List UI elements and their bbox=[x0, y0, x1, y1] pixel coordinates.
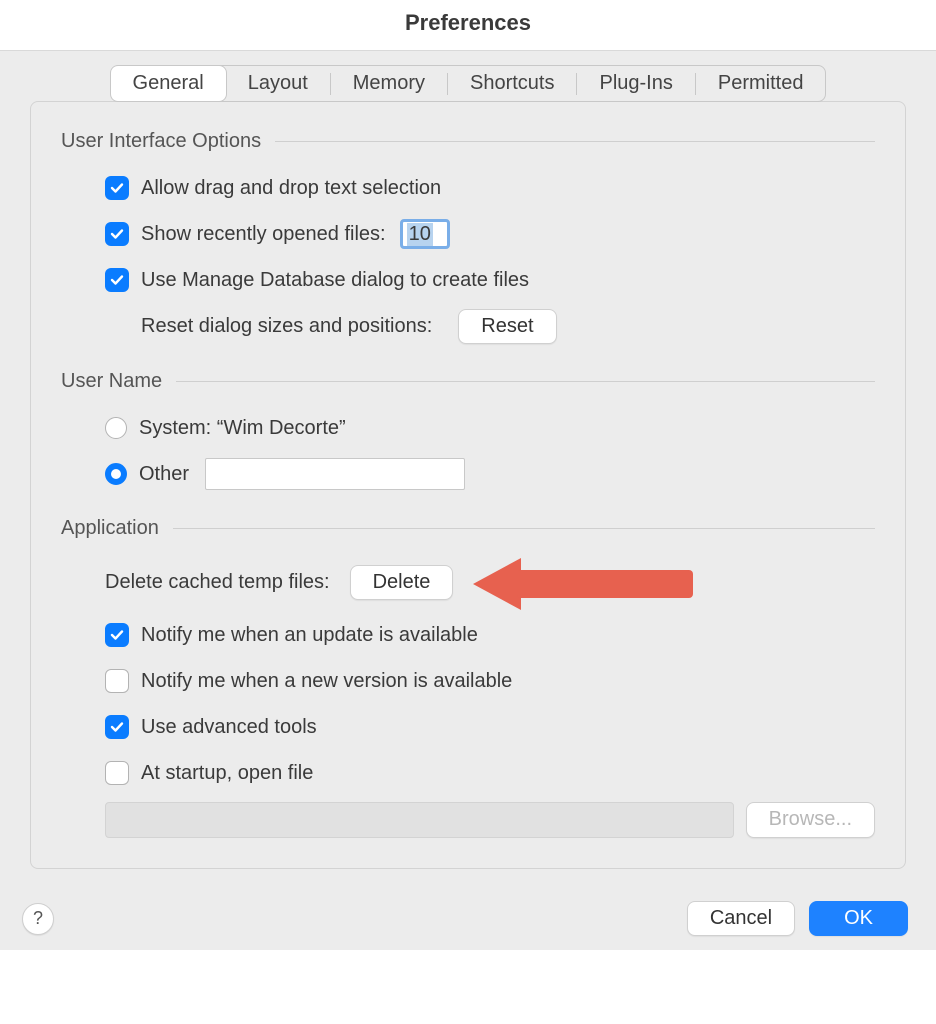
tab-layout[interactable]: Layout bbox=[226, 66, 330, 101]
label-notify-update: Notify me when an update is available bbox=[141, 624, 478, 647]
preferences-window: Preferences General Layout Memory Shortc… bbox=[0, 0, 936, 950]
label-show-recent: Show recently opened files: bbox=[141, 223, 386, 246]
radio-other[interactable] bbox=[105, 463, 127, 485]
row-username-system: System: “Wim Decorte” bbox=[105, 411, 875, 445]
label-startup-open: At startup, open file bbox=[141, 762, 313, 785]
checkmark-icon bbox=[109, 272, 125, 288]
row-startup-path: Browse... bbox=[105, 802, 875, 838]
checkmark-icon bbox=[109, 180, 125, 196]
radio-system[interactable] bbox=[105, 417, 127, 439]
section-ui-options: User Interface Options bbox=[61, 130, 875, 153]
label-reset: Reset dialog sizes and positions: bbox=[141, 315, 432, 338]
arrow-stem bbox=[517, 570, 693, 598]
label-notify-version: Notify me when a new version is availabl… bbox=[141, 670, 512, 693]
general-panel: User Interface Options Allow drag and dr… bbox=[30, 101, 906, 869]
arrow-head-icon bbox=[473, 558, 521, 610]
tab-permitted[interactable]: Permitted bbox=[696, 66, 826, 101]
row-show-recent: Show recently opened files: 10 bbox=[105, 217, 875, 251]
section-user-name: User Name bbox=[61, 370, 875, 393]
window-title: Preferences bbox=[0, 0, 936, 51]
tab-strip: General Layout Memory Shortcuts Plug-Ins… bbox=[30, 65, 906, 102]
help-button[interactable]: ? bbox=[22, 903, 54, 935]
startup-file-path bbox=[105, 802, 734, 838]
tab-general[interactable]: General bbox=[110, 65, 227, 102]
tab-plugins[interactable]: Plug-Ins bbox=[577, 66, 694, 101]
row-notify-version: Notify me when a new version is availabl… bbox=[105, 664, 875, 698]
row-notify-update: Notify me when an update is available bbox=[105, 618, 875, 652]
cancel-button[interactable]: Cancel bbox=[687, 901, 795, 936]
browse-button[interactable]: Browse... bbox=[746, 802, 875, 838]
row-reset-dialogs: Reset dialog sizes and positions: Reset bbox=[141, 309, 875, 344]
section-label: User Name bbox=[61, 370, 162, 393]
section-rule bbox=[176, 381, 875, 382]
annotation-arrow bbox=[473, 558, 693, 606]
tab-strip-inner: General Layout Memory Shortcuts Plug-Ins… bbox=[110, 65, 827, 102]
label-allow-drag: Allow drag and drop text selection bbox=[141, 177, 441, 200]
section-rule bbox=[173, 528, 875, 529]
label-use-manage-db: Use Manage Database dialog to create fil… bbox=[141, 269, 529, 292]
row-allow-drag: Allow drag and drop text selection bbox=[105, 171, 875, 205]
checkbox-allow-drag[interactable] bbox=[105, 176, 129, 200]
label-advanced: Use advanced tools bbox=[141, 716, 317, 739]
row-use-manage-db: Use Manage Database dialog to create fil… bbox=[105, 263, 875, 297]
section-application: Application bbox=[61, 517, 875, 540]
label-other: Other bbox=[139, 463, 189, 486]
section-label: Application bbox=[61, 517, 159, 540]
checkbox-show-recent[interactable] bbox=[105, 222, 129, 246]
tab-shortcuts[interactable]: Shortcuts bbox=[448, 66, 576, 101]
checkmark-icon bbox=[109, 719, 125, 735]
tab-memory[interactable]: Memory bbox=[331, 66, 447, 101]
label-delete-cache: Delete cached temp files: bbox=[105, 571, 330, 594]
body-area: General Layout Memory Shortcuts Plug-Ins… bbox=[0, 51, 936, 887]
row-startup-open: At startup, open file bbox=[105, 756, 875, 790]
checkbox-advanced[interactable] bbox=[105, 715, 129, 739]
ok-button[interactable]: OK bbox=[809, 901, 908, 936]
label-system: System: “Wim Decorte” bbox=[139, 417, 346, 440]
section-label: User Interface Options bbox=[61, 130, 261, 153]
checkbox-notify-version[interactable] bbox=[105, 669, 129, 693]
reset-button[interactable]: Reset bbox=[458, 309, 556, 344]
recent-count-value: 10 bbox=[407, 223, 433, 246]
checkbox-use-manage-db[interactable] bbox=[105, 268, 129, 292]
other-name-input[interactable] bbox=[205, 458, 465, 490]
checkbox-notify-update[interactable] bbox=[105, 623, 129, 647]
section-rule bbox=[275, 141, 875, 142]
checkmark-icon bbox=[109, 226, 125, 242]
row-username-other: Other bbox=[105, 457, 875, 491]
row-delete-cache: Delete cached temp files: Delete bbox=[105, 558, 875, 606]
checkmark-icon bbox=[109, 627, 125, 643]
row-advanced-tools: Use advanced tools bbox=[105, 710, 875, 744]
help-icon: ? bbox=[33, 908, 43, 929]
delete-button[interactable]: Delete bbox=[350, 565, 454, 600]
checkbox-startup-open[interactable] bbox=[105, 761, 129, 785]
footer-bar: ? Cancel OK bbox=[0, 887, 936, 950]
recent-count-input[interactable]: 10 bbox=[400, 219, 450, 249]
